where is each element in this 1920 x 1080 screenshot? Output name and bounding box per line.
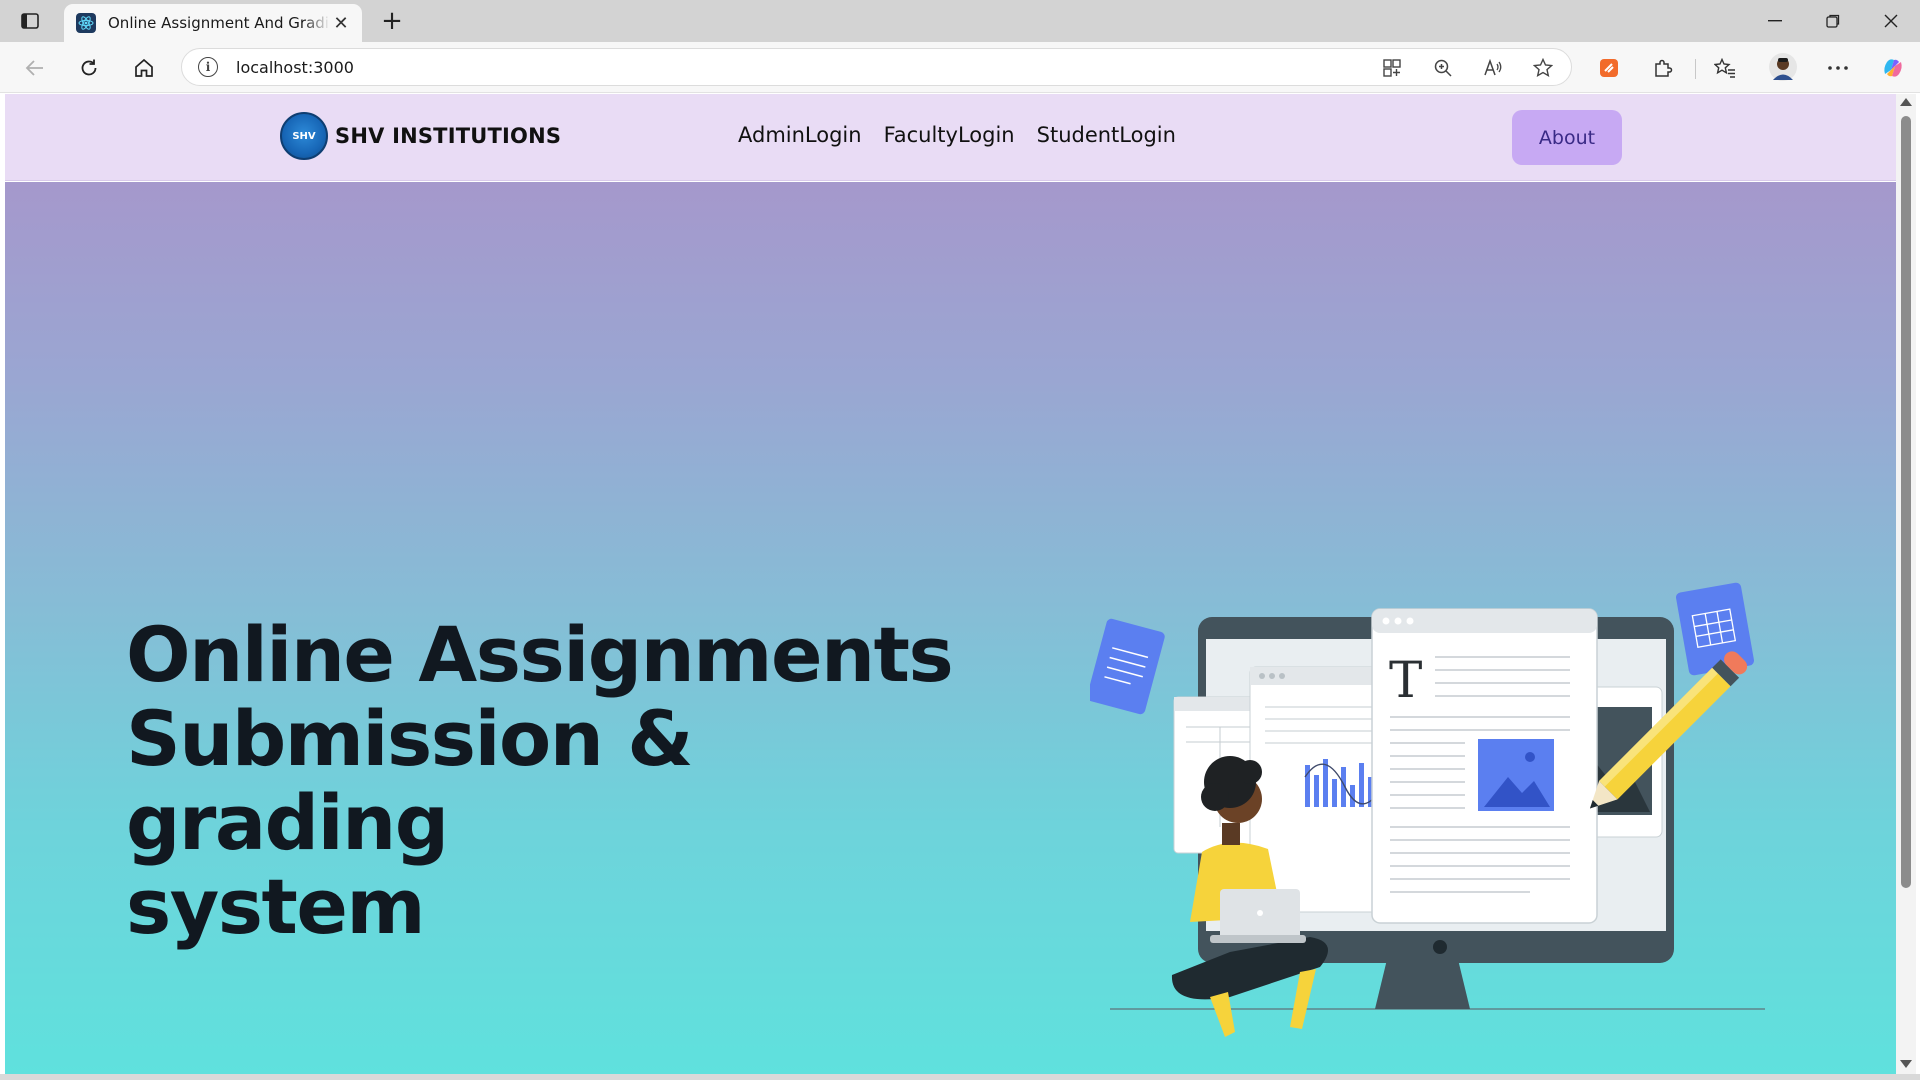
copilot-icon[interactable]: [1880, 55, 1906, 81]
nav-links: AdminLogin FacultyLogin StudentLogin: [738, 123, 1176, 147]
window-bottom-edge: [0, 1074, 1920, 1080]
extensions-puzzle-icon[interactable]: [1650, 55, 1676, 81]
read-aloud-icon[interactable]: [1482, 57, 1504, 79]
home-icon[interactable]: [128, 52, 160, 84]
restore-icon[interactable]: [1810, 8, 1856, 34]
refresh-icon[interactable]: [73, 52, 105, 84]
favorites-icon[interactable]: [1712, 55, 1738, 81]
address-bar[interactable]: i localhost:3000: [181, 48, 1572, 86]
scroll-up-icon[interactable]: [1900, 98, 1912, 106]
app-grid-icon[interactable]: [1381, 57, 1403, 79]
document-letter: T: [1389, 651, 1422, 709]
brand-name: SHV INSTITUTIONS: [335, 124, 562, 148]
url-text[interactable]: localhost:3000: [236, 58, 354, 77]
hero-title-line-2: Submission & grading: [126, 694, 694, 867]
zoom-icon[interactable]: [1432, 57, 1454, 79]
minimize-icon[interactable]: [1752, 8, 1798, 34]
hero-title-line-1: Online Assignments: [126, 610, 954, 699]
brand-logo-text: SHV: [292, 130, 316, 142]
tab-title: Online Assignment And Grading System: [108, 14, 330, 32]
close-window-icon[interactable]: [1868, 8, 1914, 34]
text-document-window: T: [1371, 608, 1598, 924]
hero-section: Online Assignments Submission & grading …: [5, 182, 1896, 1074]
back-icon[interactable]: [19, 52, 51, 84]
browser-toolbar: i localhost:3000: [0, 42, 1920, 93]
nav-link-admin-login[interactable]: AdminLogin: [738, 123, 862, 147]
nav-link-student-login[interactable]: StudentLogin: [1037, 123, 1176, 147]
close-tab-icon[interactable]: ✕: [332, 13, 350, 34]
scroll-thumb[interactable]: [1901, 116, 1911, 888]
site-navbar: SHV SHV INSTITUTIONS AdminLogin FacultyL…: [5, 94, 1896, 181]
more-menu-icon[interactable]: [1825, 55, 1851, 81]
extension-orange-icon[interactable]: [1596, 55, 1622, 81]
scroll-down-icon[interactable]: [1900, 1060, 1912, 1068]
react-favicon-icon: [76, 13, 96, 33]
nav-link-faculty-login[interactable]: FacultyLogin: [884, 123, 1015, 147]
hero-illustration: T: [1090, 582, 1765, 1037]
brand-logo: SHV: [280, 112, 328, 160]
floating-document-left: [1090, 618, 1165, 715]
browser-tab[interactable]: Online Assignment And Grading System ✕: [64, 4, 362, 42]
page-scrollbar[interactable]: [1896, 94, 1916, 1074]
brand[interactable]: SHV SHV INSTITUTIONS: [280, 112, 561, 160]
tab-actions-icon[interactable]: [18, 10, 42, 32]
hero-title-line-3: system: [126, 862, 426, 951]
favorite-star-icon[interactable]: [1532, 57, 1554, 79]
new-tab-icon[interactable]: +: [378, 8, 406, 36]
info-icon[interactable]: i: [198, 57, 218, 77]
browser-tab-strip: Online Assignment And Grading System ✕ +: [0, 0, 1920, 42]
about-button[interactable]: About: [1512, 110, 1622, 165]
page-viewport: SHV SHV INSTITUTIONS AdminLogin FacultyL…: [5, 94, 1896, 1074]
profile-avatar-icon[interactable]: [1769, 53, 1797, 81]
hero-title: Online Assignments Submission & grading …: [126, 613, 1026, 949]
